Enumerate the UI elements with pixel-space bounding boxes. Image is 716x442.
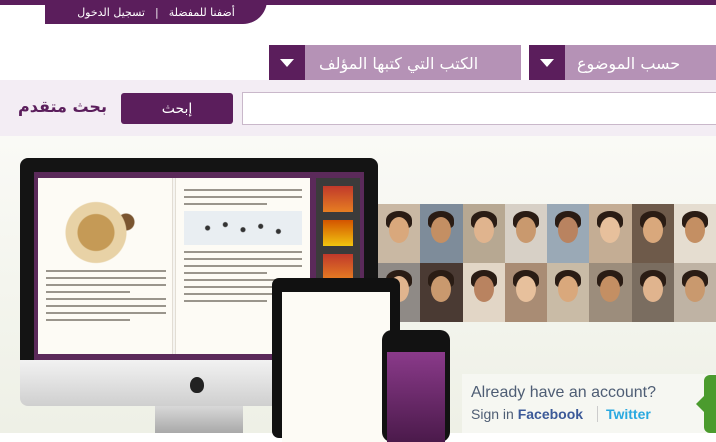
login-link[interactable]: تسجيل الدخول bbox=[77, 6, 145, 19]
user-photo bbox=[504, 263, 547, 322]
user-photo bbox=[631, 204, 674, 263]
chevron-down-icon[interactable] bbox=[529, 45, 565, 81]
user-photo-face bbox=[515, 275, 536, 302]
by-topic-label: حسب الموضوع bbox=[577, 53, 681, 73]
user-photo-face bbox=[515, 216, 536, 243]
user-photo bbox=[673, 204, 716, 263]
search-button[interactable]: إبحث bbox=[121, 93, 233, 124]
user-photo bbox=[504, 204, 547, 263]
book-left-page bbox=[46, 184, 166, 326]
account-arrow-tab[interactable] bbox=[696, 375, 716, 433]
book-illustration-bees bbox=[184, 211, 302, 245]
book-thumbnail bbox=[323, 254, 353, 280]
user-photo-face bbox=[600, 275, 621, 302]
user-photo-face bbox=[473, 275, 494, 302]
user-photo-face bbox=[684, 275, 705, 302]
user-photo bbox=[673, 263, 716, 322]
open-book-image bbox=[38, 178, 310, 354]
user-photo bbox=[631, 263, 674, 322]
user-photo-face bbox=[473, 216, 494, 243]
sign-in-label: Sign in bbox=[471, 406, 514, 422]
user-photo bbox=[378, 204, 421, 263]
user-photo bbox=[547, 204, 590, 263]
user-photo-face bbox=[558, 216, 579, 243]
book-illustration bbox=[56, 194, 156, 264]
imac-stand bbox=[155, 406, 243, 433]
user-photo bbox=[589, 263, 632, 322]
account-panel bbox=[462, 374, 716, 433]
chevron-down-icon[interactable] bbox=[269, 45, 305, 81]
book-thumbnail bbox=[323, 220, 353, 246]
user-photo bbox=[420, 263, 463, 322]
user-photo-face bbox=[558, 275, 579, 302]
facebook-link[interactable]: Facebook bbox=[518, 406, 583, 422]
user-photo bbox=[420, 204, 463, 263]
user-photo bbox=[462, 204, 505, 263]
user-photo bbox=[547, 263, 590, 322]
twitter-link[interactable]: Twitter bbox=[596, 406, 651, 422]
account-title: Already have an account? bbox=[471, 384, 657, 401]
top-links: أضفنا للمفضلة | تسجيل الدخول bbox=[45, 0, 267, 24]
favorites-link[interactable]: أضفنا للمفضلة bbox=[169, 6, 235, 19]
book-gutter bbox=[172, 178, 176, 354]
sign-in-row: Sign in Facebook Twitter bbox=[471, 406, 651, 422]
user-photo bbox=[462, 263, 505, 322]
user-photo bbox=[589, 204, 632, 263]
user-photos-grid bbox=[378, 204, 716, 322]
user-photo-face bbox=[642, 216, 663, 243]
user-photo-face bbox=[431, 216, 452, 243]
user-photo-face bbox=[684, 216, 705, 243]
apple-logo-icon bbox=[190, 377, 204, 393]
user-photo-face bbox=[600, 216, 621, 243]
books-by-author-label: الكتب التي كتبها المؤلف bbox=[319, 53, 479, 73]
book-thumbnail bbox=[323, 186, 353, 212]
by-topic-dropdown[interactable]: حسب الموضوع bbox=[529, 45, 716, 81]
link-separator: | bbox=[154, 5, 159, 19]
iphone-screen bbox=[387, 352, 445, 442]
advanced-search-link[interactable]: بحث متقدم bbox=[18, 97, 107, 116]
user-photo-face bbox=[389, 216, 410, 243]
search-input[interactable] bbox=[242, 92, 716, 125]
user-photo-face bbox=[431, 275, 452, 302]
ipad-screen bbox=[282, 292, 390, 442]
books-by-author-dropdown[interactable]: الكتب التي كتبها المؤلف bbox=[269, 45, 521, 81]
user-photo-face bbox=[642, 275, 663, 302]
